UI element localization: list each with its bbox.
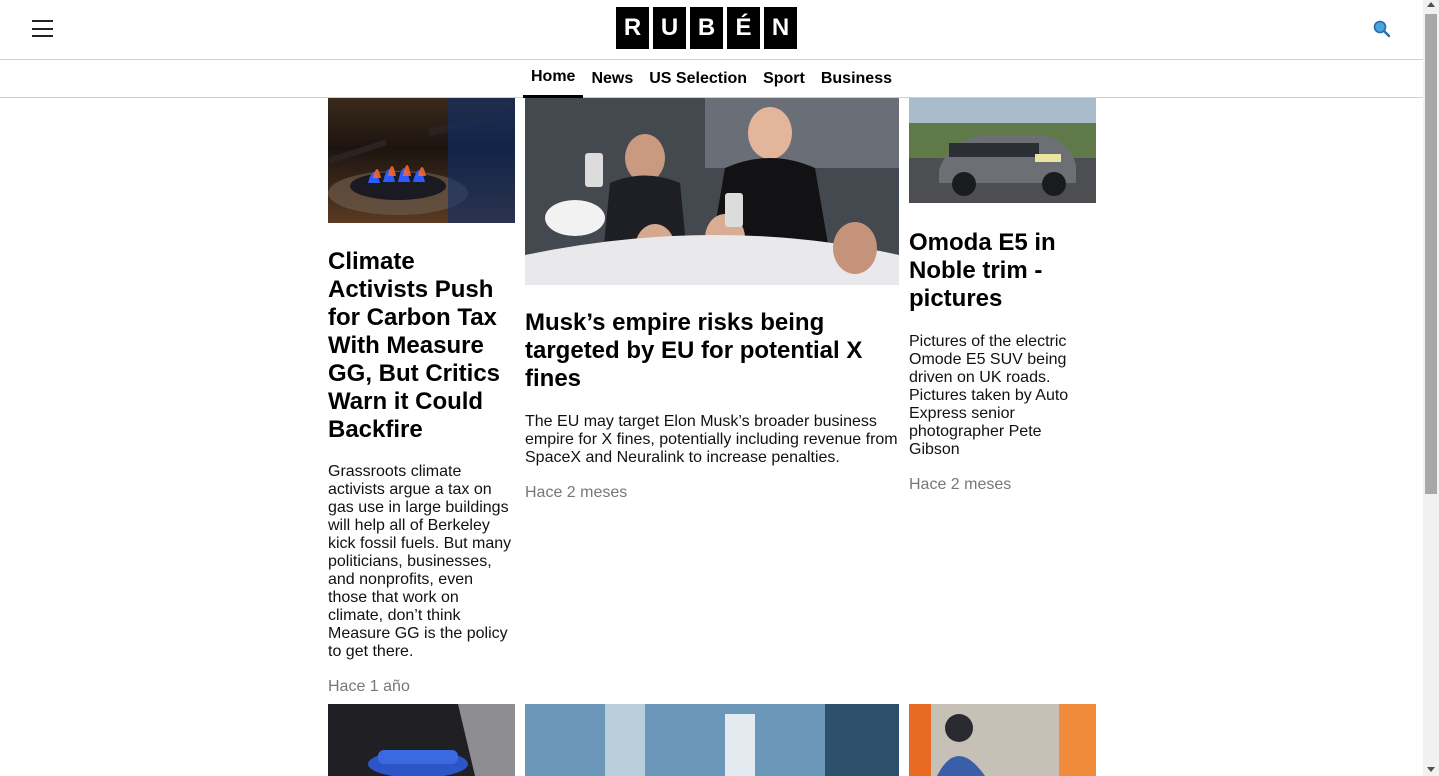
nav-item-home[interactable]: Home [523,60,584,98]
article-title[interactable]: Omoda E5 in Noble trim - pictures [909,229,1096,313]
article-image[interactable] [909,704,1096,776]
site-logo[interactable]: R U B É N [616,7,797,49]
nav-item-news[interactable]: News [583,60,641,98]
article-title[interactable]: Musk’s empire risks being targeted by EU… [525,309,899,393]
scroll-up-arrow-icon[interactable] [1427,2,1435,7]
main-nav: Home News US Selection Sport Business [0,60,1423,98]
article-image[interactable] [909,98,1096,203]
scrollbar-thumb[interactable] [1425,14,1437,494]
logo-letter: N [764,7,797,49]
article-image[interactable] [328,98,515,223]
article-image[interactable] [328,704,515,776]
nav-item-sport[interactable]: Sport [755,60,813,98]
article-summary: Grassroots climate activists argue a tax… [328,463,512,660]
article-timestamp: Hace 2 meses [525,484,628,501]
article-card: Omoda E5 in Noble trim - pictures Pictur… [909,98,1096,494]
article-summary: Pictures of the electric Omode E5 SUV be… [909,333,1069,458]
article-card: Musk’s empire risks being targeted by EU… [525,98,899,502]
logo-letter: É [727,7,760,49]
article-image[interactable] [525,704,899,776]
logo-letter: U [653,7,686,49]
article-title[interactable]: Climate Activists Push for Carbon Tax Wi… [328,248,515,444]
article-timestamp: Hace 2 meses [909,476,1012,493]
logo-letter: B [690,7,723,49]
article-image[interactable] [525,98,899,285]
scroll-down-arrow-icon[interactable] [1427,767,1435,772]
nav-item-us-selection[interactable]: US Selection [641,60,755,98]
article-card: Climate Activists Push for Carbon Tax Wi… [328,98,515,696]
hamburger-icon[interactable] [32,20,53,37]
article-summary: The EU may target Elon Musk’s broader bu… [525,413,898,466]
site-header: R U B É N [0,0,1423,60]
logo-letter: R [616,7,649,49]
page-scrollbar[interactable] [1423,0,1439,776]
article-timestamp: Hace 1 año [328,678,410,695]
search-icon[interactable] [1372,19,1392,39]
nav-item-business[interactable]: Business [813,60,900,98]
